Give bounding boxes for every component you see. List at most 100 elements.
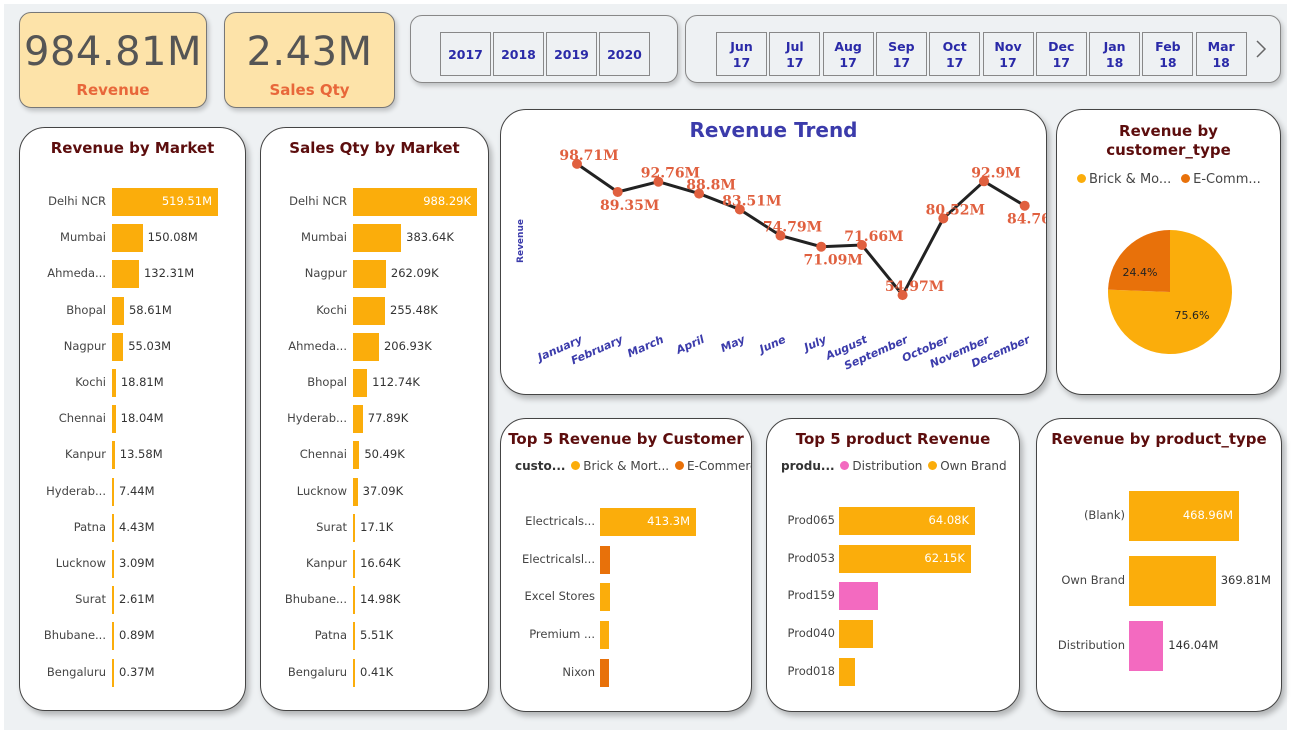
bar[interactable] — [353, 550, 356, 578]
month-chip[interactable]: Dec 17 — [1035, 32, 1087, 76]
bar-label: Surat — [75, 592, 106, 607]
legend-dot — [928, 461, 938, 470]
month-chip-month: Dec — [1048, 39, 1075, 54]
month-chip-year: 17 — [1052, 55, 1070, 70]
x-axis-tick-label: March — [625, 333, 665, 360]
bar[interactable] — [353, 405, 363, 434]
month-chip[interactable]: Feb 18 — [1142, 32, 1194, 76]
bar[interactable] — [112, 296, 124, 325]
card-title: Top 5 Revenue by Customer — [508, 430, 744, 448]
card-title: Revenue by product_type — [1051, 430, 1267, 448]
month-chip[interactable]: Jul 17 — [769, 32, 821, 76]
month-chip[interactable]: Oct 17 — [929, 32, 981, 76]
bar[interactable] — [353, 658, 355, 687]
bar[interactable] — [112, 260, 139, 289]
bar-label: Hyderab... — [287, 411, 347, 426]
month-chip-month: Jul — [785, 39, 804, 54]
bar-value: 3.09M — [119, 556, 155, 570]
trend-point[interactable] — [1019, 200, 1030, 211]
year-slicer: 2017 2018 2019 2020 — [410, 15, 678, 83]
bar[interactable] — [353, 332, 379, 361]
trend-data-label: 80.52M — [926, 202, 985, 218]
bar[interactable] — [839, 582, 879, 611]
bar-value: 0.41K — [360, 664, 394, 679]
bar-label: Delhi NCR — [48, 194, 106, 208]
bar[interactable] — [600, 583, 611, 612]
bar[interactable] — [112, 550, 114, 578]
month-chip[interactable]: Mar 18 — [1195, 32, 1247, 76]
bar[interactable] — [353, 441, 360, 470]
legend-dot — [571, 461, 581, 470]
chevron-right-icon[interactable] — [1254, 38, 1268, 60]
legend-label[interactable]: Distribution — [852, 459, 922, 473]
bar[interactable] — [353, 224, 402, 253]
bar[interactable] — [112, 477, 114, 506]
bar-value: 77.89K — [367, 411, 409, 426]
kpi-label: Sales Qty — [269, 81, 350, 99]
bar[interactable] — [353, 477, 358, 506]
year-chip[interactable]: 2017 — [440, 32, 491, 76]
trend-point[interactable] — [612, 186, 623, 197]
kpi-label: Revenue — [76, 81, 150, 99]
legend-label[interactable]: Brick & Mort... — [583, 459, 669, 473]
bar[interactable] — [112, 332, 124, 361]
bar-label: Prod018 — [787, 663, 836, 678]
bar-value: 132.31M — [143, 266, 195, 281]
bar[interactable] — [839, 620, 873, 649]
bar[interactable] — [112, 622, 114, 651]
bar[interactable] — [600, 545, 611, 574]
bar[interactable] — [353, 260, 386, 289]
bar-value: 50.49K — [364, 447, 405, 462]
month-chip[interactable]: Aug 17 — [822, 32, 874, 76]
bar[interactable] — [1129, 621, 1164, 671]
bar-label: Ahmeda... — [288, 338, 347, 353]
bar-label: Distribution — [1057, 638, 1125, 652]
bar[interactable] — [353, 622, 355, 651]
month-chip-year: 17 — [945, 55, 964, 70]
legend-label[interactable]: Own Brand — [940, 459, 1006, 473]
bar-label: Delhi NCR — [289, 194, 347, 208]
year-chip[interactable]: 2019 — [546, 32, 597, 76]
bar[interactable] — [112, 369, 116, 397]
bar[interactable] — [112, 224, 143, 253]
legend: produ... Distribution Own Brand — [781, 459, 1007, 473]
bar[interactable] — [600, 658, 610, 687]
bar-label: Chennai — [299, 447, 347, 462]
bar-label: Kanpur — [306, 556, 347, 570]
bar-label: Excel Stores — [524, 589, 595, 604]
month-chip[interactable]: Nov 17 — [982, 32, 1034, 76]
year-chip[interactable]: 2018 — [493, 32, 544, 76]
pie-slice[interactable] — [1108, 230, 1170, 292]
bar[interactable] — [112, 586, 114, 615]
bar-label: Nagpur — [304, 266, 347, 281]
bar-label: Kochi — [75, 375, 106, 389]
revenue-trend-card: Revenue Trend Revenue 98.71M January 89.35… — [500, 109, 1047, 395]
bar-value: 18.81M — [120, 375, 164, 389]
legend-label[interactable]: E-Commerce — [687, 459, 751, 473]
trend-data-label: 74.79M — [763, 220, 822, 236]
bar[interactable] — [1129, 556, 1216, 606]
bar[interactable] — [353, 296, 386, 325]
bar-label: Surat — [316, 519, 347, 534]
bar-value: 4.43M — [119, 519, 155, 534]
bar[interactable] — [112, 441, 115, 470]
bar[interactable] — [112, 405, 116, 434]
month-chip[interactable]: Jun 17 — [716, 32, 767, 76]
bar[interactable] — [353, 369, 368, 397]
bar[interactable] — [353, 586, 355, 615]
bar[interactable] — [600, 621, 610, 650]
bar[interactable] — [353, 513, 356, 542]
month-chip-year: 17 — [839, 55, 857, 70]
bar[interactable] — [112, 513, 114, 542]
year-chip[interactable]: 2020 — [599, 32, 650, 76]
bar-value: 988.29K — [423, 194, 471, 208]
bar[interactable] — [839, 657, 855, 686]
bar-label: Patna — [73, 519, 106, 534]
trend-point[interactable] — [816, 241, 827, 252]
bar-value: 519.51M — [161, 194, 212, 208]
month-chip[interactable]: Jan 18 — [1089, 32, 1141, 76]
month-chip[interactable]: Sep 17 — [875, 32, 927, 76]
bar-label: Mumbai — [301, 230, 347, 245]
bar[interactable] — [112, 658, 114, 687]
bar-value: 150.08M — [147, 230, 198, 245]
